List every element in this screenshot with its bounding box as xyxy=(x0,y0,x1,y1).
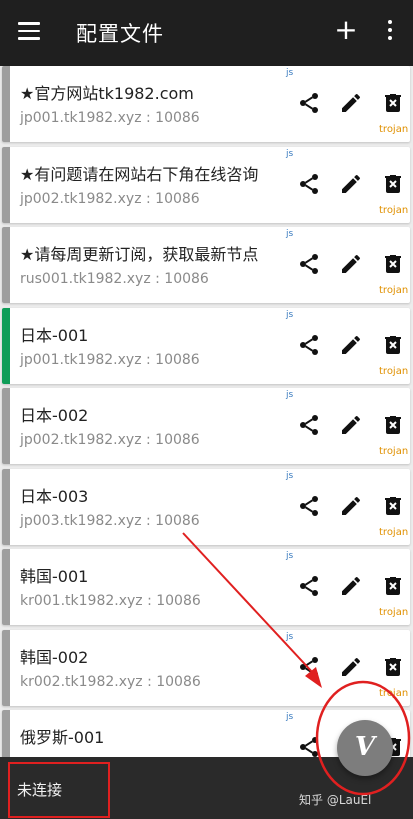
profile-address: rus001.tk1982.xyz : 10086 xyxy=(20,271,209,287)
share-icon[interactable] xyxy=(297,735,321,759)
share-icon[interactable] xyxy=(297,252,321,276)
script-tag: js xyxy=(286,632,294,642)
edit-icon[interactable] xyxy=(339,494,363,518)
share-icon[interactable] xyxy=(297,172,321,196)
annotation-box xyxy=(8,762,110,818)
edit-icon[interactable] xyxy=(339,172,363,196)
status-indicator xyxy=(2,66,10,142)
delete-icon[interactable] xyxy=(381,574,405,598)
edit-icon[interactable] xyxy=(339,413,363,437)
script-tag: js xyxy=(286,149,294,159)
profile-address: jp003.tk1982.xyz : 10086 xyxy=(20,513,200,529)
script-tag: js xyxy=(286,390,294,400)
app-bar: 配置文件 + xyxy=(0,0,413,66)
status-indicator xyxy=(2,147,10,223)
edit-icon[interactable] xyxy=(339,574,363,598)
status-indicator xyxy=(2,469,10,545)
profile-card[interactable]: 韩国-002 kr002.tk1982.xyz : 10086 js trojan xyxy=(2,630,410,706)
profile-card[interactable]: 日本-003 jp003.tk1982.xyz : 10086 js trojan xyxy=(2,469,410,545)
profile-name: 日本-003 xyxy=(20,487,89,506)
more-vert-icon[interactable] xyxy=(380,20,400,46)
profile-address: jp001.tk1982.xyz : 10086 xyxy=(20,352,200,368)
profile-name: 俄罗斯-001 xyxy=(20,728,105,747)
profile-name: ★官方网站tk1982.com xyxy=(20,84,194,103)
delete-icon[interactable] xyxy=(381,252,405,276)
protocol-label: trojan xyxy=(379,688,409,699)
profile-name: 韩国-002 xyxy=(20,648,89,667)
add-profile-button[interactable]: + xyxy=(334,16,358,44)
profile-name: 日本-001 xyxy=(20,326,89,345)
share-icon[interactable] xyxy=(297,655,321,679)
script-tag: js xyxy=(286,310,294,320)
profile-name: ★请每周更新订阅，获取最新节点 xyxy=(20,245,259,264)
share-icon[interactable] xyxy=(297,91,321,115)
share-icon[interactable] xyxy=(297,574,321,598)
script-tag: js xyxy=(286,229,294,239)
delete-icon[interactable] xyxy=(381,91,405,115)
delete-icon[interactable] xyxy=(381,494,405,518)
connect-fab-button[interactable]: V xyxy=(337,720,393,776)
hamburger-menu-icon[interactable] xyxy=(18,22,40,40)
script-tag: js xyxy=(286,471,294,481)
profile-name: ★有问题请在网站右下角在线咨询 xyxy=(20,165,259,184)
profile-name: 日本-002 xyxy=(20,406,89,425)
profile-address: kr002.tk1982.xyz : 10086 xyxy=(20,674,201,690)
edit-icon[interactable] xyxy=(339,91,363,115)
profile-card[interactable]: 韩国-001 kr001.tk1982.xyz : 10086 js trojan xyxy=(2,549,410,625)
protocol-label: trojan xyxy=(379,124,409,135)
profile-card[interactable]: 日本-001 jp001.tk1982.xyz : 10086 js trojan xyxy=(2,308,410,384)
status-indicator xyxy=(2,388,10,464)
page-title: 配置文件 xyxy=(76,22,164,46)
delete-icon[interactable] xyxy=(381,172,405,196)
protocol-label: trojan xyxy=(379,205,409,216)
share-icon[interactable] xyxy=(297,333,321,357)
edit-icon[interactable] xyxy=(339,655,363,679)
watermark: 知乎 @LauEl xyxy=(299,793,372,807)
edit-icon[interactable] xyxy=(339,333,363,357)
status-indicator xyxy=(2,549,10,625)
profile-card[interactable]: ★官方网站tk1982.com jp001.tk1982.xyz : 10086 j… xyxy=(2,66,410,142)
delete-icon[interactable] xyxy=(381,333,405,357)
share-icon[interactable] xyxy=(297,494,321,518)
edit-icon[interactable] xyxy=(339,252,363,276)
protocol-label: trojan xyxy=(379,527,409,538)
script-tag: js xyxy=(286,68,294,78)
protocol-label: trojan xyxy=(379,285,409,296)
delete-icon[interactable] xyxy=(381,413,405,437)
protocol-label: trojan xyxy=(379,366,409,377)
profile-name: 韩国-001 xyxy=(20,567,89,586)
profile-card[interactable]: 日本-002 jp002.tk1982.xyz : 10086 js trojan xyxy=(2,388,410,464)
status-indicator xyxy=(2,227,10,303)
profile-card[interactable]: ★有问题请在网站右下角在线咨询 jp002.tk1982.xyz : 10086 j… xyxy=(2,147,410,223)
profile-address: jp001.tk1982.xyz : 10086 xyxy=(20,110,200,126)
status-indicator xyxy=(2,308,10,384)
protocol-label: trojan xyxy=(379,446,409,457)
profile-address: jp002.tk1982.xyz : 10086 xyxy=(20,432,200,448)
profile-address: jp002.tk1982.xyz : 10086 xyxy=(20,191,200,207)
protocol-label: trojan xyxy=(379,607,409,618)
status-indicator xyxy=(2,630,10,706)
delete-icon[interactable] xyxy=(381,655,405,679)
script-tag: js xyxy=(286,551,294,561)
script-tag: js xyxy=(286,712,294,722)
profile-card[interactable]: ★请每周更新订阅，获取最新节点 rus001.tk1982.xyz : 10086… xyxy=(2,227,410,303)
profile-address: kr001.tk1982.xyz : 10086 xyxy=(20,593,201,609)
share-icon[interactable] xyxy=(297,413,321,437)
